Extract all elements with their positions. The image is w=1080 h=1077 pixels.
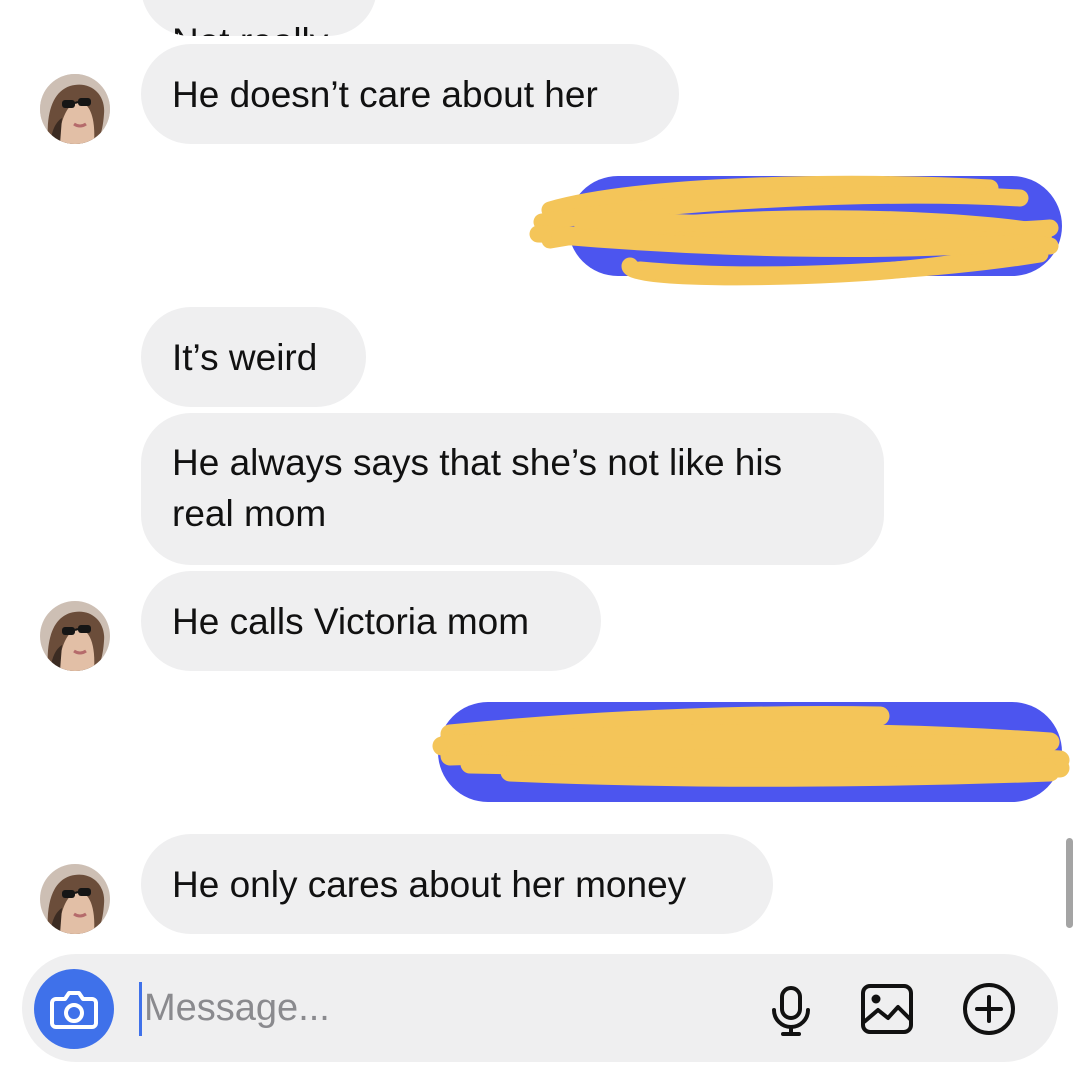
message-text: He only cares about her money bbox=[172, 863, 687, 905]
scrollbar[interactable] bbox=[1066, 838, 1073, 928]
message-input[interactable] bbox=[144, 978, 744, 1038]
chat-thread: Not really He doesn’t care about her bbox=[0, 0, 1080, 1077]
redaction-scribble bbox=[529, 175, 1059, 286]
camera-button[interactable] bbox=[34, 969, 114, 1049]
plus-circle-icon[interactable] bbox=[960, 980, 1018, 1038]
message-text: Not really bbox=[172, 16, 328, 36]
message-composer bbox=[22, 954, 1058, 1062]
message-bubble[interactable]: He only cares about her money bbox=[141, 834, 773, 934]
message-bubble[interactable]: He always says that she’s not like his r… bbox=[141, 413, 884, 565]
message-text: He calls Victoria mom bbox=[172, 600, 530, 642]
message-bubble[interactable]: He calls Victoria mom bbox=[141, 571, 601, 671]
message-text: It’s weird bbox=[172, 336, 318, 378]
microphone-icon[interactable] bbox=[762, 980, 820, 1038]
avatar[interactable] bbox=[40, 601, 110, 671]
message-bubble[interactable]: Not really bbox=[141, 0, 377, 36]
redaction-scribble bbox=[432, 706, 1070, 787]
text-caret bbox=[139, 982, 142, 1036]
message-text: He always says that she’s not like his r… bbox=[172, 442, 783, 534]
avatar[interactable] bbox=[40, 74, 110, 144]
camera-icon bbox=[50, 991, 98, 1029]
message-bubble[interactable]: He doesn’t care about her bbox=[141, 44, 679, 144]
gallery-icon[interactable] bbox=[858, 980, 916, 1038]
message-text: He doesn’t care about her bbox=[172, 73, 598, 115]
avatar[interactable] bbox=[40, 864, 110, 934]
message-bubble[interactable]: It’s weird bbox=[141, 307, 366, 407]
